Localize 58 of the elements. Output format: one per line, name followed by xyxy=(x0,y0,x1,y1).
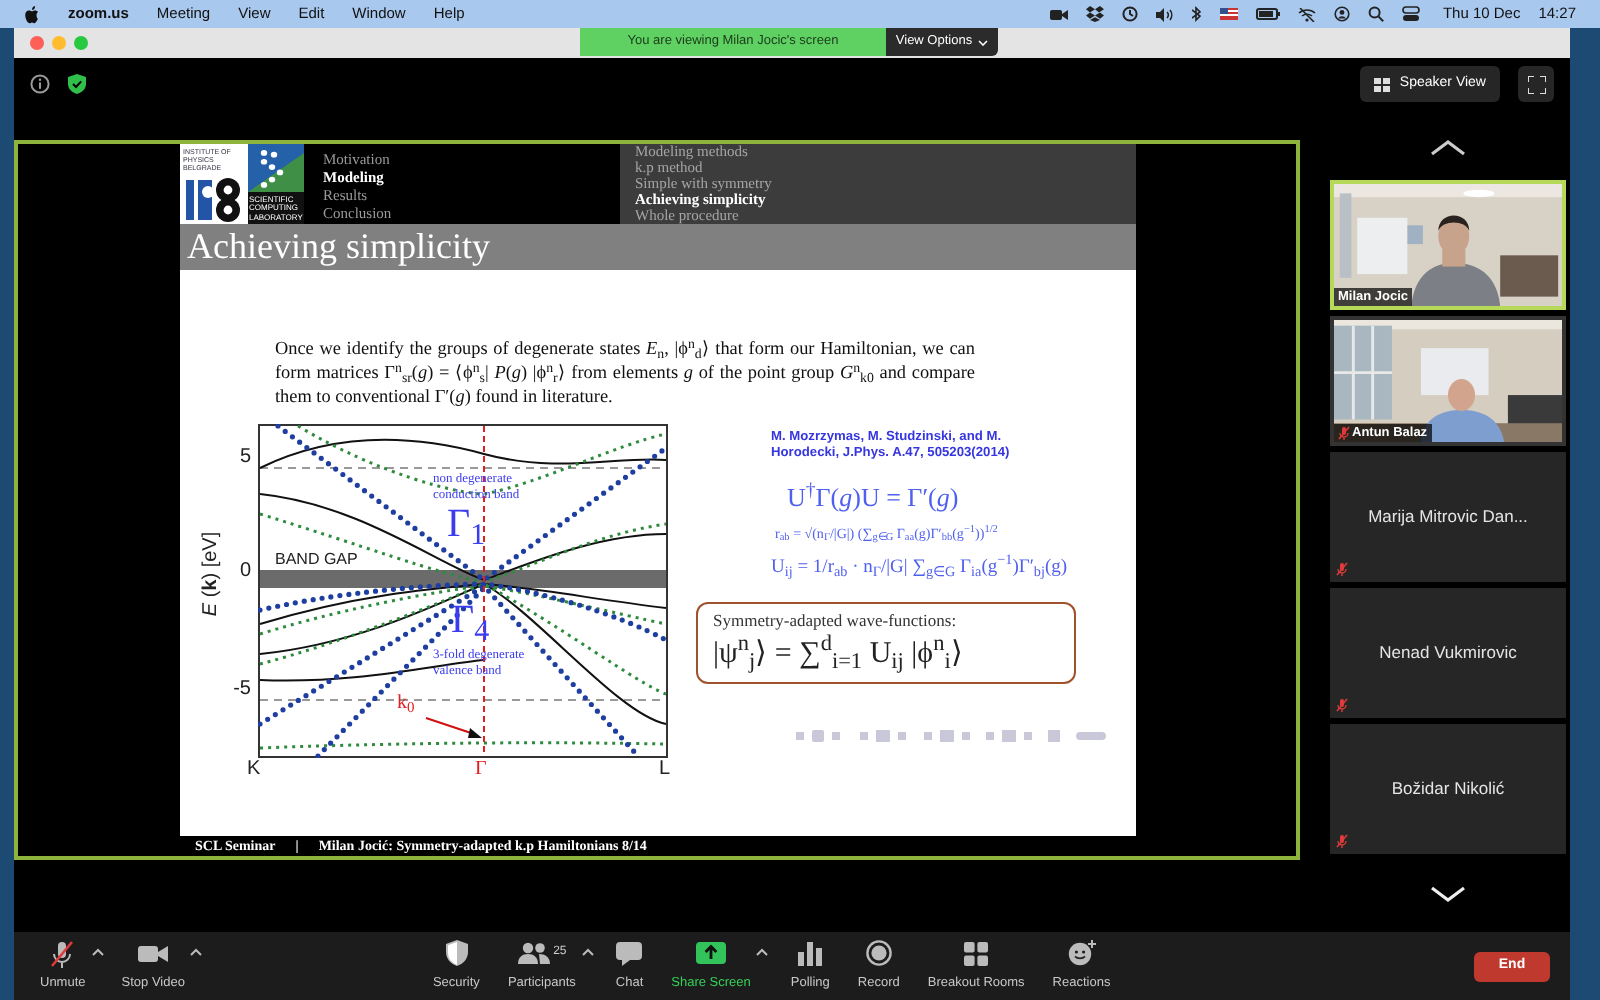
toggles-icon[interactable] xyxy=(1402,6,1421,22)
tick-label: 0 xyxy=(237,560,251,584)
bluetooth-icon[interactable] xyxy=(1192,6,1203,22)
participant-tile[interactable]: Nenad Vukmirovic xyxy=(1330,588,1566,718)
clock-icon[interactable] xyxy=(1122,6,1139,22)
symbol-label: Γ$_{1}$ xyxy=(447,502,486,546)
caret-icon[interactable] xyxy=(190,947,203,956)
camera-icon xyxy=(138,943,169,964)
participant-name: Božidar Nikolić xyxy=(1391,776,1505,802)
bar-chart-icon xyxy=(798,941,823,966)
battery-icon[interactable] xyxy=(1256,8,1281,20)
shield-icon xyxy=(445,940,468,967)
participant-tile[interactable]: Božidar Nikolić xyxy=(1330,724,1566,854)
tick-label: K xyxy=(247,758,261,782)
symbol-label: Γ$_{4}$ xyxy=(451,598,490,642)
equation: U$_{ij}$ = 1/r$_{ab}$ · n$_{Γ}$/|G| ∑$_{g∈G}$ Γ$_{ia}$(g$^{−1}$)Γ′$_{bj}$(g) xyxy=(771,554,1070,582)
box-icon[interactable] xyxy=(1086,6,1105,22)
tick-label: L xyxy=(659,758,671,782)
grid-icon xyxy=(1373,77,1390,91)
search-icon[interactable] xyxy=(1368,6,1385,22)
wifi-off-icon[interactable] xyxy=(1298,7,1317,21)
fullscreen-button[interactable] xyxy=(1518,66,1554,102)
volume-icon[interactable] xyxy=(1156,7,1175,21)
participant-name: Nenad Vukmirovic xyxy=(1379,640,1517,666)
chat-icon xyxy=(616,941,643,966)
scroll-up-icon[interactable] xyxy=(1430,140,1466,156)
caret-icon[interactable] xyxy=(756,947,769,956)
slide-title: Achieving simplicity xyxy=(179,224,1135,270)
chevron-icon xyxy=(978,39,989,45)
tick-label: -5 xyxy=(231,678,251,702)
box-title: Symmetry-adapted wave-functions: xyxy=(713,610,959,632)
flag-icon[interactable] xyxy=(1220,8,1239,20)
grid-icon xyxy=(964,941,989,966)
share-screen-icon xyxy=(696,942,727,965)
annotation: k$_{0}$ xyxy=(397,692,415,716)
caret-icon[interactable] xyxy=(91,947,104,956)
user-icon[interactable] xyxy=(1334,6,1351,22)
participant-tile[interactable]: Marija Mitrovic Dan... xyxy=(1330,452,1566,582)
arrow xyxy=(424,717,481,738)
shield-icon[interactable] xyxy=(68,74,86,94)
muted-mic-icon xyxy=(50,939,75,968)
record-icon xyxy=(865,940,892,967)
annotation: BAND GAP xyxy=(275,550,358,568)
tick-label: 5 xyxy=(237,446,251,470)
scroll-down-icon[interactable] xyxy=(1430,886,1466,902)
equation: U$^{†}$Γ(g)U = Γ′(g) xyxy=(787,482,961,514)
apple-icon[interactable] xyxy=(24,5,40,23)
smiley-icon xyxy=(1067,940,1096,967)
equation: |ψ$^{n}$$_{j}$⟩ = ∑$^{d}$$_{i=1}$ U$_{ij}$ |ϕ$^{n}$$_{i}$⟩ xyxy=(713,632,965,676)
fullscreen-icon xyxy=(1527,75,1545,93)
camera-icon[interactable] xyxy=(1050,7,1069,21)
caret-icon[interactable] xyxy=(581,947,594,956)
people-icon xyxy=(517,942,550,965)
axis-label: E (k) [eV] xyxy=(199,529,223,621)
slide-paragraph: Once we identify the groups of degenerate states E$_{n}$, |ϕ$^{n}$$_{d}$⟩ that form our Hamiltonian, we can form matrices Γ$^{n}$$_{sr}$(g) = ⟨ϕ$^{n}$$_{s}$| P(g) |ϕ$^{n}$$_{r}$⟩ from elements g of the point group G$^{n}$$_{k0}$ and compare them to conventional Γ′(g) found in literature. xyxy=(275,336,975,408)
info-icon[interactable] xyxy=(30,74,50,94)
tick-label: Γ xyxy=(475,758,487,782)
participant-name: Marija Mitrovic Dan... xyxy=(1368,504,1528,530)
